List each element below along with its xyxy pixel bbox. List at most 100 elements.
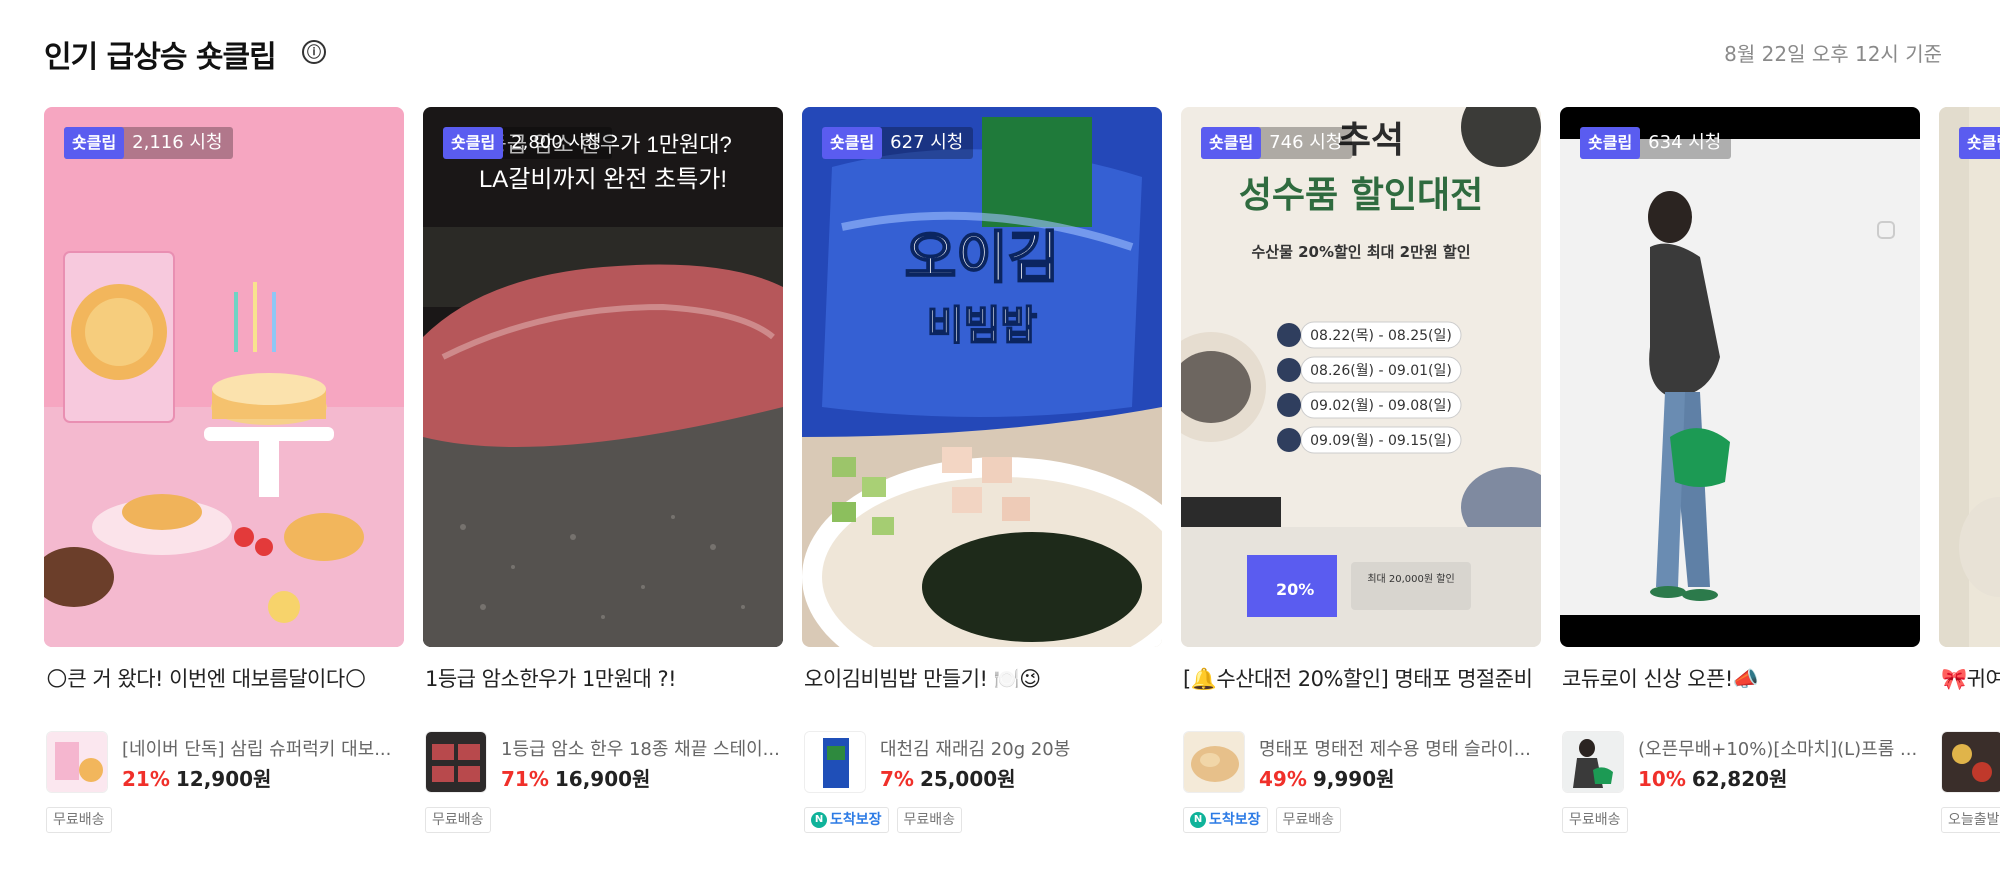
clip-thumbnail[interactable]: 숏클립 2,116 시청 [44, 107, 404, 647]
product-info[interactable]: (오픈무배+10%)[소마치](L)프롬 ... 10% 62,820원 [1562, 731, 1920, 797]
clip-thumbnail[interactable]: 추석 성수품 할인대전 수산물 20%할인 최대 2만원 할인 08.22(목)… [1181, 107, 1541, 647]
badge-label: 숏클립 [822, 127, 883, 159]
views-badge: 숏클립 [1959, 127, 2000, 159]
product-tags: N 도착보장 무료배송 [804, 807, 963, 833]
views-badge: 숏클립 746 시청 [1201, 127, 1353, 159]
shortclip-card[interactable]: 숏클립 🎀귀여 오늘출발 [1939, 107, 2000, 847]
overlay-text: 비빔밥 [927, 303, 1038, 349]
clip-thumbnail[interactable]: 1등급 암소 한우가 1만원대? LA갈비까지 완전 초특가! 숏클립 2,80… [423, 107, 783, 647]
schedule-text: 08.22(목) - 08.25(일) [1310, 328, 1452, 344]
product-price: 10% 62,820원 [1638, 763, 1787, 792]
clip-title[interactable]: 오이김비빔밥 만들기! 🍽️😉 [804, 663, 1160, 695]
sale-price: 12,900원 [175, 767, 272, 791]
product-image [47, 732, 107, 792]
view-count: 746 시청 [1269, 132, 1343, 153]
overlay-text: 오이김 [905, 226, 1060, 291]
clip-title[interactable]: [🔔수산대전 20%할인] 명태포 명절준비 [1183, 663, 1539, 695]
shortclip-card[interactable]: 추석 성수품 할인대전 수산물 20%할인 최대 2만원 할인 08.22(목)… [1181, 107, 1541, 847]
product-tags: N 도착보장 무료배송 [1183, 807, 1342, 833]
product-thumbnail[interactable] [1941, 731, 2000, 793]
product-tags: 무료배송 [425, 807, 491, 833]
arrival-guarantee-tag: N 도착보장 [804, 807, 889, 833]
discount-rate: 10% [1638, 767, 1686, 791]
badge-label: 숏클립 [1201, 127, 1262, 159]
shortclip-card[interactable]: 오이김 비빔밥 숏클립 627 시청 오이김비빔밥 만들기! 🍽️😉 대천김 재… [802, 107, 1162, 847]
product-tags: 오늘출발 [1941, 807, 2000, 833]
clip-title[interactable]: 코듀로이 신상 오픈!📣 [1562, 663, 1918, 695]
product-info[interactable]: [네이버 단독] 삼립 슈퍼럭키 대보... 21% 12,900원 [46, 731, 404, 797]
section-header: 인기 급상승 숏클립 ⓘ 8월 22일 오후 12시 기준 [44, 30, 1942, 78]
view-count: 634 시청 [1648, 132, 1722, 153]
product-name[interactable]: 대천김 재래김 20g 20봉 [880, 735, 1160, 761]
shortclip-card[interactable]: 숏클립 634 시청 코듀로이 신상 오픈!📣 (오픈무배+10%)[소마치](… [1560, 107, 1920, 847]
product-info[interactable]: 대천김 재래김 20g 20봉 7% 25,000원 [804, 731, 1162, 797]
badge-label: 숏클립 [64, 127, 125, 159]
schedule-text: 09.09(월) - 09.15(일) [1310, 433, 1452, 449]
schedule-text: 09.02(월) - 09.08(일) [1310, 398, 1452, 414]
product-image [426, 732, 486, 792]
clip-title[interactable]: 1등급 암소한우가 1만원대 ?! [425, 663, 781, 695]
thumbnail-image-bibimbap: 오이김 비빔밥 [802, 107, 1162, 647]
product-info[interactable] [1941, 731, 2000, 797]
overlay-text: 수산물 20%할인 최대 2만원 할인 [1251, 243, 1470, 261]
clip-title[interactable]: 🎀귀여 [1941, 663, 2000, 695]
product-tags: 무료배송 [1562, 807, 1628, 833]
sale-price: 62,820원 [1691, 767, 1788, 791]
product-price: 21% 12,900원 [122, 763, 271, 792]
shortclip-carousel: 숏클립 2,116 시청 🌕큰 거 왔다! 이번엔 대보름달이다🌕 [네이버 단… [44, 107, 2000, 867]
thumbnail-image-beef: 1등급 암소 한우가 1만원대? LA갈비까지 완전 초특가! [423, 107, 783, 647]
sale-price: 25,000원 [919, 767, 1016, 791]
badge-label: 숏클립 [443, 127, 504, 159]
product-name[interactable]: (오픈무배+10%)[소마치](L)프롬 ... [1638, 735, 1918, 761]
product-thumbnail[interactable] [1183, 731, 1245, 793]
discount-rate: 21% [122, 767, 170, 791]
product-image [805, 732, 865, 792]
product-name[interactable]: [네이버 단독] 삼립 슈퍼럭키 대보... [122, 735, 402, 761]
product-image [1184, 732, 1244, 792]
view-count: 2,800 시청 [511, 132, 602, 153]
product-price: 7% 25,000원 [880, 763, 1016, 792]
sale-price: 9,990원 [1312, 767, 1395, 791]
clip-title[interactable]: 🌕큰 거 왔다! 이번엔 대보름달이다🌕 [46, 663, 402, 695]
product-info[interactable]: 명태포 명태전 제수용 명태 슬라이... 49% 9,990원 [1183, 731, 1541, 797]
thumbnail-image-fashion [1560, 107, 1920, 647]
arrival-icon: N [1190, 812, 1206, 828]
clip-thumbnail[interactable]: 오이김 비빔밥 숏클립 627 시청 [802, 107, 1162, 647]
arrival-guarantee-tag: N 도착보장 [1183, 807, 1268, 833]
product-info[interactable]: 1등급 암소 한우 18종 채끝 스테이... 71% 16,900원 [425, 731, 783, 797]
section-title: 인기 급상승 숏클립 [44, 40, 277, 75]
view-count: 627 시청 [890, 132, 964, 153]
arrival-label: 도착보장 [1209, 812, 1261, 828]
free-shipping-tag: 무료배송 [425, 807, 491, 833]
view-count: 2,116 시청 [132, 132, 223, 153]
product-thumbnail[interactable] [1562, 731, 1624, 793]
arrival-label: 도착보장 [830, 812, 882, 828]
overlay-text: LA갈비까지 완전 초특가! [479, 166, 727, 193]
discount-rate: 7% [880, 767, 914, 791]
discount-rate: 49% [1259, 767, 1307, 791]
thumbnail-image-partial [1939, 107, 2000, 647]
clip-thumbnail[interactable]: 숏클립 634 시청 [1560, 107, 1920, 647]
product-thumbnail[interactable] [425, 731, 487, 793]
update-timestamp: 8월 22일 오후 12시 기준 [1724, 42, 1942, 66]
product-image [1563, 732, 1623, 792]
badge-label: 숏클립 [1580, 127, 1641, 159]
thumbnail-image-cake [44, 107, 404, 647]
product-price: 71% 16,900원 [501, 763, 650, 792]
shortclip-card[interactable]: 숏클립 2,116 시청 🌕큰 거 왔다! 이번엔 대보름달이다🌕 [네이버 단… [44, 107, 404, 847]
discount-rate: 71% [501, 767, 549, 791]
product-name[interactable]: 1등급 암소 한우 18종 채끝 스테이... [501, 735, 781, 761]
product-thumbnail[interactable] [46, 731, 108, 793]
overlay-text: 20% [1276, 580, 1314, 599]
views-badge: 숏클립 2,116 시청 [64, 127, 233, 159]
views-badge: 숏클립 2,800 시청 [443, 127, 612, 159]
info-icon[interactable]: ⓘ [302, 40, 326, 64]
overlay-text: 성수품 할인대전 [1239, 175, 1483, 216]
free-shipping-tag: 무료배송 [46, 807, 112, 833]
shortclip-card[interactable]: 1등급 암소 한우가 1만원대? LA갈비까지 완전 초특가! 숏클립 2,80… [423, 107, 783, 847]
free-shipping-tag: 무료배송 [1562, 807, 1628, 833]
clip-thumbnail[interactable]: 숏클립 [1939, 107, 2000, 647]
product-thumbnail[interactable] [804, 731, 866, 793]
product-name[interactable]: 명태포 명태전 제수용 명태 슬라이... [1259, 735, 1539, 761]
same-day-shipping-tag: 오늘출발 [1941, 807, 2000, 833]
